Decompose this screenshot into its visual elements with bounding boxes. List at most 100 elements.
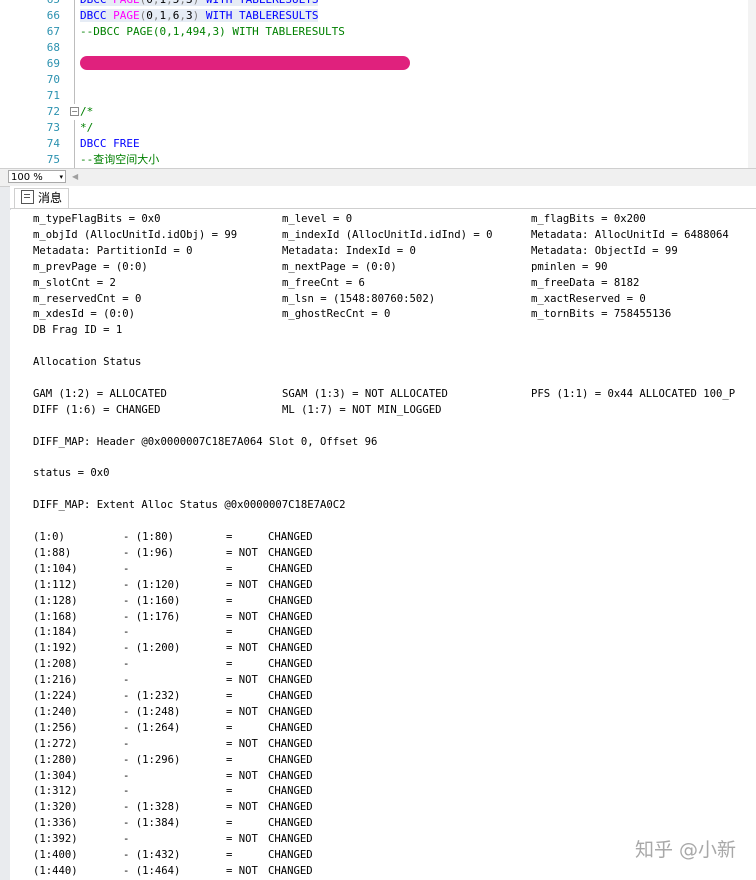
extent-cell: (1:320) <box>33 801 78 814</box>
extent-cell: = <box>226 849 233 861</box>
extent-cell: (1:216) <box>33 674 78 687</box>
editor-vertical-scrollbar[interactable] <box>748 0 756 168</box>
tab-messages[interactable]: 消息 <box>14 188 70 208</box>
line-number: 69 <box>46 57 60 70</box>
extent-cell: - (1:328) <box>123 801 181 814</box>
header-field: m_flagBits = 0x200 <box>531 213 646 225</box>
results-tab-bar: 消息 <box>10 186 756 209</box>
zoom-value: 100 % <box>11 172 43 183</box>
code-token: DBCC <box>80 9 114 22</box>
diff-map-extent-header: DIFF_MAP: Extent Alloc Status @0x0000007… <box>33 499 346 512</box>
editor-line: 72 −/* <box>10 104 740 120</box>
redaction-mark <box>80 56 410 70</box>
code-token: PAGE <box>113 0 140 6</box>
fold-guide-line <box>74 136 75 152</box>
extent-cell: CHANGED <box>268 817 313 830</box>
fold-guide-line <box>74 24 75 40</box>
header-field: m_lsn = (1548:80760:502) <box>282 292 436 305</box>
line-number: 72 <box>46 105 60 118</box>
collapse-icon[interactable]: − <box>70 107 79 116</box>
extent-cell: CHANGED <box>268 626 313 639</box>
line-number: 68 <box>46 41 60 54</box>
extent-cell: = <box>226 817 233 830</box>
extent-cell: - (1:296) <box>123 753 181 766</box>
extent-row: (1:168) - (1:176) = NOT CHANGED <box>33 609 756 625</box>
code-token: DBCC FREE <box>80 137 140 150</box>
extent-cell: (1:128) <box>33 594 78 607</box>
header-field: Metadata: IndexId = 0 <box>282 244 416 257</box>
code-token: /* <box>80 105 94 118</box>
fold-guide-line <box>74 72 75 88</box>
header-field: m_level = 0 <box>282 213 353 225</box>
line-number: 71 <box>46 89 60 102</box>
extent-row: (1:224) - (1:232) = CHANGED <box>33 688 756 704</box>
extent-cell: = NOT <box>226 769 258 782</box>
code-token: , <box>152 9 160 22</box>
extent-cell: (1:168) <box>33 610 78 623</box>
extent-cell: CHANGED <box>268 864 313 877</box>
extent-cell: CHANGED <box>268 769 313 782</box>
extent-cell: (1:440) <box>33 864 78 877</box>
code-text: --查询空间大小 <box>80 152 159 168</box>
extent-cell: - (1:432) <box>123 849 181 861</box>
extent-row: (1:336) - (1:384) = CHANGED <box>33 815 756 831</box>
extent-cell: CHANGED <box>268 721 313 734</box>
extent-cell: CHANGED <box>268 705 313 718</box>
extent-row: (1:128) - (1:160) = CHANGED <box>33 593 756 609</box>
extent-cell: - <box>123 833 130 846</box>
extent-cell: CHANGED <box>268 610 313 623</box>
code-token: PAGE <box>113 9 140 22</box>
extent-cell: - <box>123 785 130 798</box>
editor-line: 65 DBCC PAGE(0,1,5,3) WITH TABLERESULTS <box>10 0 740 8</box>
header-field: Metadata: AllocUnitId = 6488064 <box>531 228 729 241</box>
line-number: 70 <box>46 73 60 86</box>
extent-cell: (1:192) <box>33 642 78 655</box>
code-token: DBCC <box>80 0 114 6</box>
code-text: DBCC PAGE(0,1,5,3) WITH TABLERESULTS <box>80 0 319 8</box>
editor-line: 67 --DBCC PAGE(0,1,494,3) WITH TABLERESUL… <box>10 24 740 40</box>
messages-icon <box>21 190 34 204</box>
extent-cell: (1:0) <box>33 531 65 543</box>
extent-row: (1:304) - = NOT CHANGED <box>33 768 756 784</box>
extent-row: (1:256) - (1:264) = CHANGED <box>33 720 756 736</box>
allocation-field: GAM (1:2) = ALLOCATED <box>33 387 167 400</box>
extent-cell: = <box>226 753 233 766</box>
extent-cell: - (1:384) <box>123 817 181 830</box>
extent-cell: = NOT <box>226 610 258 623</box>
extent-cell: CHANGED <box>268 785 313 798</box>
zoom-dropdown[interactable]: 100 % ▾ <box>8 170 66 183</box>
extent-cell: CHANGED <box>268 849 313 861</box>
header-field: m_prevPage = (0:0) <box>33 260 148 273</box>
code-text: */ <box>80 120 93 136</box>
header-row: m_prevPage = (0:0) m_nextPage = (0:0) pmin… <box>33 259 756 275</box>
extent-cell: (1:104) <box>33 562 78 575</box>
extent-cell: CHANGED <box>268 737 313 750</box>
extent-cell: = NOT <box>226 546 258 559</box>
code-token: 3 <box>186 9 193 22</box>
code-token: , <box>152 0 160 6</box>
header-field: m_indexId (AllocUnitId.idInd) = 0 <box>282 228 493 241</box>
header-row: Metadata: PartitionId = 0 Metadata: Index… <box>33 243 756 259</box>
extent-cell: (1:280) <box>33 753 78 766</box>
header-field: Metadata: PartitionId = 0 <box>33 244 193 257</box>
extent-row: (1:272) - = NOT CHANGED <box>33 736 756 752</box>
extent-cell: = NOT <box>226 705 258 718</box>
extent-cell: - (1:232) <box>123 690 181 702</box>
code-text: DBCC PAGE(0,1,6,3) WITH TABLERESULTS <box>80 8 319 24</box>
extent-cell: - <box>123 626 130 639</box>
extent-cell: = <box>226 721 233 734</box>
status-line: status = 0x0 <box>33 467 110 480</box>
code-token: --DBCC PAGE(0,1,494,3) WITH TABLERESULTS <box>80 25 345 38</box>
scroll-left-icon[interactable]: ◀ <box>72 172 78 181</box>
messages-output[interactable]: m_typeFlagBits = 0x0 m_level = 0 m_flagBit… <box>10 210 756 880</box>
line-number: 65 <box>10 0 60 8</box>
header-field: m_slotCnt = 2 <box>33 276 116 289</box>
extent-cell: (1:272) <box>33 737 78 750</box>
extent-row: (1:0) - (1:80) = CHANGED <box>33 529 756 545</box>
query-editor[interactable]: 65DBCC PAGE(0,1,5,3) WITH TABLERESULTS66… <box>0 0 756 168</box>
extent-cell: = <box>226 690 233 702</box>
editor-status-bar: 100 % ▾ ◀ <box>0 168 756 187</box>
editor-line: 71 <box>10 88 740 104</box>
extent-cell: (1:304) <box>33 769 78 782</box>
code-token: 0 <box>146 0 153 6</box>
